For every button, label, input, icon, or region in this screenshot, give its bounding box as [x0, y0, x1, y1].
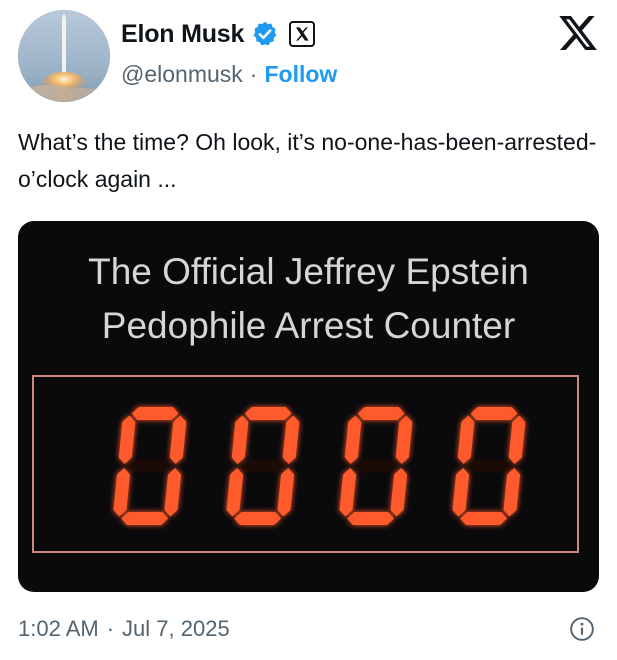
digit-segment-f	[457, 415, 475, 464]
digit-segment-b	[169, 415, 187, 464]
digit-segment-a	[470, 407, 518, 420]
x-logo-icon[interactable]	[557, 12, 599, 54]
counter-digit	[339, 407, 413, 525]
digit-segment-c	[164, 468, 182, 517]
digit-segment-e	[452, 468, 470, 517]
x-affiliation-icon[interactable]	[289, 21, 316, 47]
verified-badge-icon[interactable]	[251, 20, 279, 48]
digit-segment-e	[113, 468, 130, 517]
author-display-name[interactable]: Elon Musk	[121, 20, 244, 49]
digit-segment-b	[282, 415, 300, 464]
digit-segment-e	[339, 468, 357, 517]
digit-segment-d	[347, 512, 395, 525]
digit-segment-a	[244, 407, 292, 420]
tweet-media-image[interactable]: The Official Jeffrey Epstein Pedophile A…	[18, 221, 599, 592]
digit-segment-g	[352, 459, 400, 473]
digit-segment-b	[395, 415, 413, 464]
digit-segment-g	[465, 459, 513, 473]
author-name-row: Elon Musk	[121, 16, 316, 52]
footer-separator: ·	[106, 616, 115, 641]
digit-segment-d	[121, 512, 169, 525]
digit-segment-f	[344, 415, 362, 464]
tweet-footer: 1:02 AM · Jul 7, 2025	[18, 612, 230, 646]
arrest-counter-display: 0000	[32, 375, 579, 553]
media-title-line-1: The Official Jeffrey Epstein	[88, 251, 529, 292]
digit-segment-c	[390, 468, 408, 517]
digit-segment-e	[226, 468, 244, 517]
digit-segment-d	[234, 512, 282, 525]
media-title: The Official Jeffrey Epstein Pedophile A…	[18, 245, 599, 353]
tweet-text: What’s the time? Oh look, it’s no-one-ha…	[18, 129, 597, 192]
digit-segment-c	[277, 468, 295, 517]
digit-segment-d	[460, 512, 508, 525]
counter-digit	[226, 407, 300, 525]
digit-segment-f	[231, 415, 249, 464]
tweet-time[interactable]: 1:02 AM	[18, 616, 99, 642]
info-icon[interactable]	[569, 616, 595, 642]
counter-digit	[452, 407, 526, 525]
author-handle-row: @elonmusk · Follow	[121, 58, 337, 90]
digit-segment-c	[503, 468, 521, 517]
digit-segment-a	[131, 407, 179, 420]
digit-segment-g	[239, 459, 287, 473]
handle-separator: ·	[249, 60, 258, 87]
counter-digit	[113, 407, 187, 525]
digit-segment-g	[126, 459, 174, 473]
seven-segment-digits	[113, 407, 526, 525]
avatar[interactable]	[18, 10, 110, 102]
follow-button[interactable]: Follow	[264, 61, 337, 88]
author-handle[interactable]: @elonmusk	[121, 61, 243, 88]
media-title-line-2: Pedophile Arrest Counter	[101, 305, 516, 346]
digit-segment-a	[357, 407, 405, 420]
tweet-date[interactable]: Jul 7, 2025	[122, 616, 230, 642]
digit-segment-f	[118, 415, 136, 464]
digit-segment-b	[508, 415, 526, 464]
